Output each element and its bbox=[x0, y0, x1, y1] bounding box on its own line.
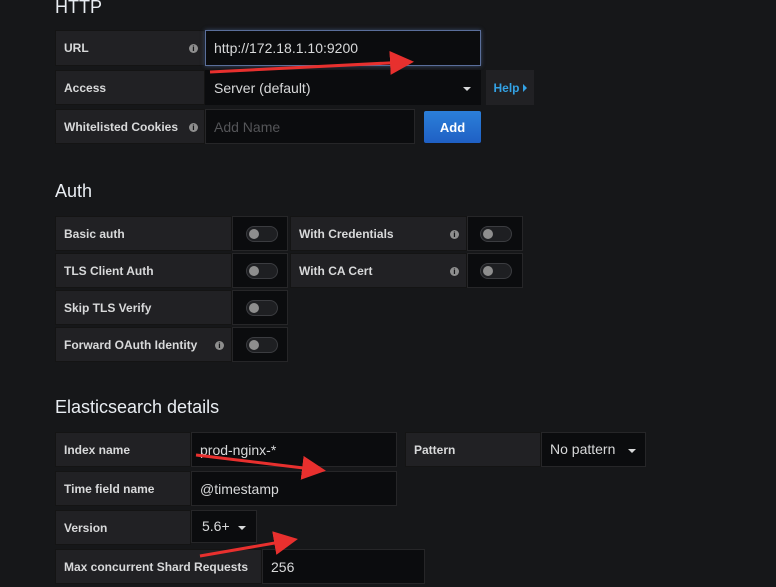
skip-tls-verify-label: Skip TLS Verify bbox=[55, 290, 232, 325]
info-icon[interactable]: i bbox=[215, 341, 224, 350]
time-field-input[interactable]: @timestamp bbox=[191, 471, 397, 506]
forward-oauth-label: Forward OAuth Identity i bbox=[55, 327, 232, 362]
info-icon[interactable]: i bbox=[189, 44, 198, 53]
with-credentials-text: With Credentials bbox=[299, 226, 394, 241]
info-icon[interactable]: i bbox=[189, 123, 198, 132]
tls-client-auth-toggle[interactable] bbox=[246, 263, 278, 279]
caret-right-icon bbox=[522, 83, 527, 92]
url-label-text: URL bbox=[64, 41, 89, 55]
cookies-label: Whitelisted Cookies i bbox=[55, 109, 205, 144]
caret-down-icon bbox=[628, 449, 636, 453]
version-label: Version bbox=[55, 510, 191, 545]
auth-section-title: Auth bbox=[55, 181, 93, 201]
http-section-title: HTTP bbox=[55, 0, 102, 17]
forward-oauth-cell bbox=[232, 327, 288, 362]
tls-client-auth-cell bbox=[232, 253, 288, 288]
max-shard-text: Max concurrent Shard Requests bbox=[64, 559, 249, 574]
max-shard-label: Max concurrent Shard Requests bbox=[55, 549, 262, 584]
time-field-text: Time field name bbox=[64, 481, 155, 496]
pattern-select[interactable]: No pattern bbox=[541, 432, 646, 467]
version-text: Version bbox=[64, 520, 108, 535]
time-field-value: @timestamp bbox=[200, 480, 279, 497]
skip-tls-verify-toggle[interactable] bbox=[246, 300, 278, 316]
pattern-text: Pattern bbox=[414, 442, 456, 457]
with-credentials-label: With Credentials i bbox=[290, 216, 467, 251]
basic-auth-toggle[interactable] bbox=[246, 226, 278, 242]
with-ca-cert-text: With CA Cert bbox=[299, 263, 373, 278]
skip-tls-verify-cell bbox=[232, 290, 288, 325]
index-name-label: Index name bbox=[55, 432, 191, 467]
access-value: Server (default) bbox=[214, 79, 311, 96]
max-shard-input[interactable]: 256 bbox=[262, 549, 425, 584]
with-ca-cert-cell bbox=[467, 253, 523, 288]
with-ca-cert-label: With CA Cert i bbox=[290, 253, 467, 288]
with-ca-cert-toggle[interactable] bbox=[480, 263, 512, 279]
basic-auth-label: Basic auth bbox=[55, 216, 232, 251]
help-label: Help bbox=[493, 80, 520, 95]
with-credentials-toggle[interactable] bbox=[480, 226, 512, 242]
max-shard-value: 256 bbox=[271, 558, 295, 575]
pattern-value: No pattern bbox=[550, 441, 616, 457]
caret-down-icon bbox=[238, 526, 246, 530]
version-select[interactable]: 5.6+ bbox=[191, 510, 257, 543]
elasticsearch-section-title: Elasticsearch details bbox=[55, 397, 220, 417]
cookies-label-text: Whitelisted Cookies bbox=[64, 119, 179, 134]
url-input[interactable]: http://172.18.1.10:9200 bbox=[205, 30, 481, 66]
index-name-value: prod-nginx-* bbox=[200, 441, 277, 458]
cookies-input[interactable]: Add Name bbox=[205, 109, 415, 144]
url-label: URL i bbox=[55, 30, 205, 66]
index-name-text: Index name bbox=[64, 442, 131, 457]
pattern-label: Pattern bbox=[405, 432, 541, 467]
forward-oauth-toggle[interactable] bbox=[246, 337, 278, 353]
help-button[interactable]: Help bbox=[486, 70, 534, 105]
cookies-placeholder: Add Name bbox=[214, 118, 281, 135]
forward-oauth-text: Forward OAuth Identity bbox=[64, 337, 198, 352]
info-icon[interactable]: i bbox=[450, 230, 459, 239]
add-cookie-button[interactable]: Add bbox=[424, 111, 481, 143]
url-value: http://172.18.1.10:9200 bbox=[214, 40, 359, 56]
tls-client-auth-label: TLS Client Auth bbox=[55, 253, 232, 288]
skip-tls-verify-text: Skip TLS Verify bbox=[64, 300, 152, 315]
tls-client-auth-text: TLS Client Auth bbox=[64, 263, 154, 278]
basic-auth-cell bbox=[232, 216, 288, 251]
access-label: Access bbox=[55, 70, 205, 105]
time-field-label: Time field name bbox=[55, 471, 191, 506]
with-credentials-cell bbox=[467, 216, 523, 251]
version-value: 5.6+ bbox=[202, 518, 230, 534]
caret-down-icon bbox=[463, 87, 471, 91]
basic-auth-text: Basic auth bbox=[64, 226, 125, 241]
access-select[interactable]: Server (default) bbox=[205, 70, 481, 105]
info-icon[interactable]: i bbox=[450, 267, 459, 276]
index-name-input[interactable]: prod-nginx-* bbox=[191, 432, 397, 467]
access-label-text: Access bbox=[64, 80, 107, 95]
